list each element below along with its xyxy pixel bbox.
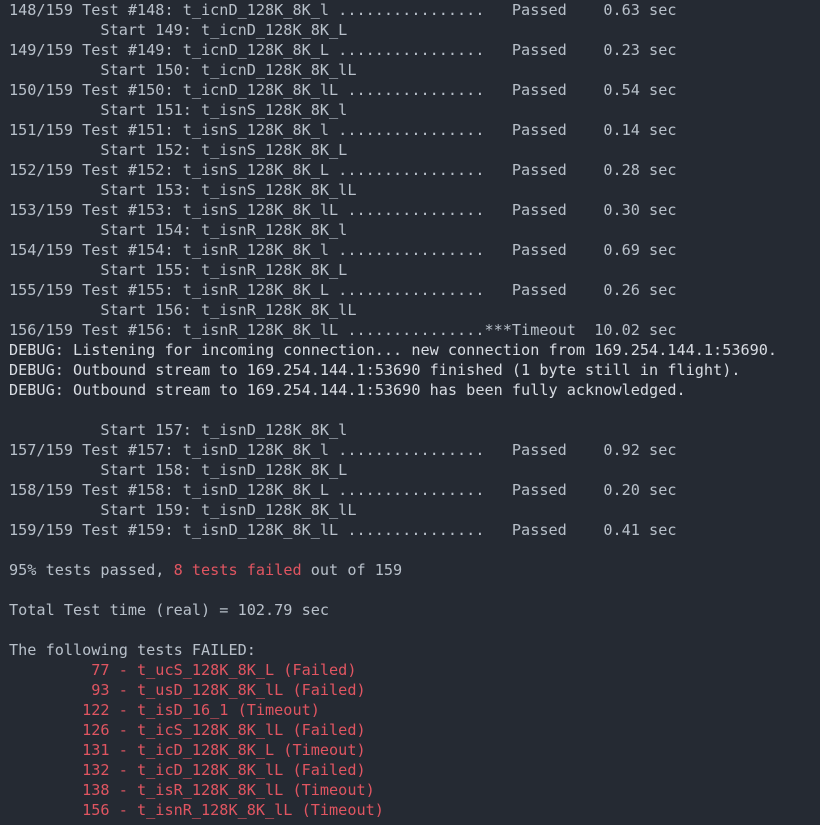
log-line: 153/159 Test #153: t_isnS_128K_8K_lL ...… xyxy=(9,201,677,219)
log-line: 151/159 Test #151: t_isnS_128K_8K_l ....… xyxy=(9,121,677,139)
log-line: Start 155: t_isnR_128K_8K_L xyxy=(9,261,348,279)
log-line: Start 154: t_isnR_128K_8K_l xyxy=(9,221,348,239)
log-line: Start 153: t_isnS_128K_8K_lL xyxy=(9,181,357,199)
log-line: 152/159 Test #152: t_isnS_128K_8K_L ....… xyxy=(9,161,677,179)
summary-prefix: 95% tests passed, xyxy=(9,561,174,579)
log-line-blank xyxy=(0,540,820,560)
summary-failed-count: 8 tests failed xyxy=(173,561,302,579)
terminal-output-pane[interactable]: 148/159 Test #148: t_icnD_128K_8K_l ....… xyxy=(0,0,820,825)
summary-pass-rate-line: 95% tests passed, 8 tests failed out of … xyxy=(0,560,820,580)
log-line: Start 156: t_isnR_128K_8K_lL xyxy=(9,301,357,319)
failed-tests-header: The following tests FAILED: xyxy=(9,641,256,659)
failed-test-item: 156 - t_isnR_128K_8K_lL (Timeout) xyxy=(9,801,384,819)
log-line-blank xyxy=(0,400,820,420)
log-line-debug: DEBUG: Outbound stream to 169.254.144.1:… xyxy=(9,381,686,399)
failed-test-item: 132 - t_icD_128K_8K_lL (Failed) xyxy=(9,761,366,779)
log-line: Start 158: t_isnD_128K_8K_L xyxy=(9,461,348,479)
failed-test-item: 126 - t_icS_128K_8K_lL (Failed) xyxy=(9,721,366,739)
summary-suffix: out of 159 xyxy=(301,561,403,579)
failed-test-item: 131 - t_icD_128K_8K_L (Timeout) xyxy=(9,741,366,759)
log-line: Start 152: t_isnS_128K_8K_L xyxy=(9,141,348,159)
summary-spacer xyxy=(0,580,820,600)
failed-tests-list: 77 - t_ucS_128K_8K_L (Failed) 93 - t_usD… xyxy=(0,660,820,820)
log-line: 148/159 Test #148: t_icnD_128K_8K_l ....… xyxy=(9,1,677,19)
log-line: Start 149: t_icnD_128K_8K_L xyxy=(9,21,348,39)
log-line: 150/159 Test #150: t_icnD_128K_8K_lL ...… xyxy=(9,81,677,99)
total-time-line: Total Test time (real) = 102.79 sec xyxy=(9,601,330,619)
failed-test-item: 93 - t_usD_128K_8K_lL (Failed) xyxy=(9,681,366,699)
log-line-timeout: 156/159 Test #156: t_isnR_128K_8K_lL ...… xyxy=(9,321,677,339)
log-line: Start 151: t_isnS_128K_8K_l xyxy=(9,101,348,119)
log-line: Start 159: t_isnD_128K_8K_lL xyxy=(9,501,357,519)
log-line: 158/159 Test #158: t_isnD_128K_8K_L ....… xyxy=(9,481,677,499)
log-line-debug: DEBUG: Listening for incoming connection… xyxy=(9,341,778,359)
failed-test-item: 138 - t_isR_128K_8K_lL (Timeout) xyxy=(9,781,375,799)
failed-test-item: 122 - t_isD_16_1 (Timeout) xyxy=(9,701,320,719)
test-progress-log: 148/159 Test #148: t_icnD_128K_8K_l ....… xyxy=(0,0,820,560)
log-line-debug: DEBUG: Outbound stream to 169.254.144.1:… xyxy=(9,361,741,379)
summary-spacer xyxy=(0,620,820,640)
log-line: 157/159 Test #157: t_isnD_128K_8K_l ....… xyxy=(9,441,677,459)
log-line: 149/159 Test #149: t_icnD_128K_8K_L ....… xyxy=(9,41,677,59)
log-line: 155/159 Test #155: t_isnR_128K_8K_L ....… xyxy=(9,281,677,299)
failed-test-item: 77 - t_ucS_128K_8K_L (Failed) xyxy=(9,661,357,679)
log-line: Start 150: t_icnD_128K_8K_lL xyxy=(9,61,357,79)
log-line: 154/159 Test #154: t_isnR_128K_8K_l ....… xyxy=(9,241,677,259)
log-line: Start 157: t_isnD_128K_8K_l xyxy=(9,421,348,439)
log-line: 159/159 Test #159: t_isnD_128K_8K_lL ...… xyxy=(9,521,677,539)
test-summary-block: 95% tests passed, 8 tests failed out of … xyxy=(0,560,820,660)
